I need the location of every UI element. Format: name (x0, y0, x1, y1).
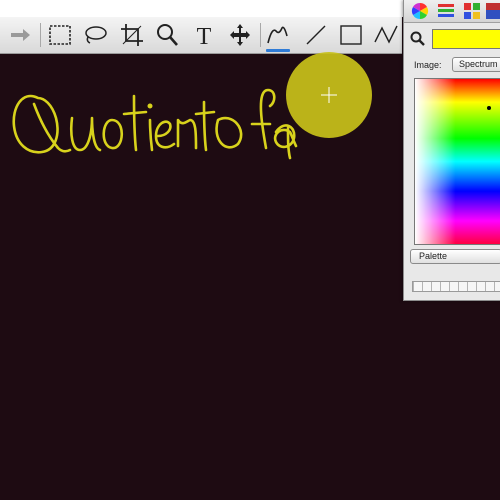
svg-text:T: T (197, 24, 212, 48)
image-label: Image: (414, 60, 442, 70)
text-icon: T (197, 24, 212, 48)
crop-tool[interactable] (118, 21, 146, 49)
spectrum-selection-marker (487, 106, 491, 110)
arrow-icon (11, 29, 30, 41)
image-palettes-icon[interactable] (484, 1, 500, 21)
polyline-icon (374, 25, 398, 44)
colors-panel-tabs (404, 0, 500, 23)
crosshair-cursor-icon (321, 87, 337, 103)
saved-colors-row[interactable] (412, 281, 500, 292)
crop-icon (121, 24, 143, 46)
rectangle-icon (340, 25, 362, 45)
color-wheel-icon[interactable] (410, 1, 430, 21)
pen-tool[interactable] (264, 21, 292, 52)
move-icon (230, 24, 250, 46)
color-spectrum[interactable] (414, 78, 500, 245)
move-tool[interactable] (226, 21, 254, 49)
forward-arrow-tool[interactable] (6, 21, 34, 49)
text-tool[interactable]: T (190, 21, 218, 49)
palette-select[interactable]: Palette (410, 249, 500, 264)
rectangle-select-tool[interactable] (46, 21, 74, 49)
zoom-tool[interactable] (153, 21, 181, 49)
toolbar-separator (260, 23, 261, 47)
color-palettes-icon[interactable] (462, 1, 482, 21)
magnifier-icon (157, 24, 178, 46)
current-color-well[interactable] (432, 29, 500, 49)
drawing-toolbar: T (0, 17, 402, 54)
line-tool[interactable] (302, 21, 330, 49)
color-swatch-row (410, 27, 500, 51)
rectangle-tool[interactable] (337, 21, 365, 49)
pen-icon (267, 26, 288, 44)
line-icon (306, 25, 326, 45)
lasso-tool[interactable] (81, 21, 109, 49)
marquee-icon (49, 25, 71, 45)
lasso-icon (85, 26, 107, 44)
color-sliders-icon[interactable] (436, 1, 456, 21)
polyline-tool[interactable] (372, 21, 400, 49)
magnifier-icon[interactable] (410, 31, 426, 47)
toolbar-separator (40, 23, 41, 47)
image-mode-select[interactable]: Spectrum (452, 57, 500, 72)
